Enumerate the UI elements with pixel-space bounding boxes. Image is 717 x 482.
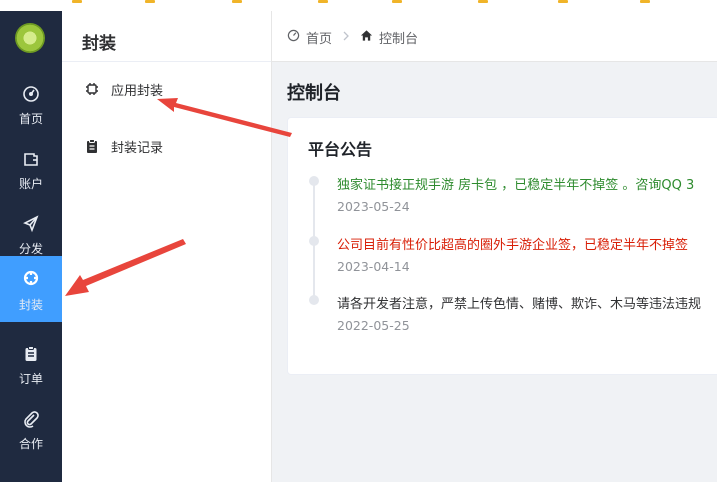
rail-item-cooperate[interactable]: 合作: [0, 397, 62, 459]
sub-item-package-records[interactable]: 封装记录: [84, 135, 254, 157]
top-header: 首页 控制台: [272, 11, 717, 62]
card-title: 平台公告: [308, 140, 373, 159]
submenu-title: 封装: [82, 34, 116, 54]
sub-sidebar: 封装 应用封装 封装记录: [62, 11, 272, 482]
breadcrumb-home-label: 首页: [306, 32, 333, 47]
timeline-dot: [309, 176, 319, 186]
announcement-text[interactable]: 公司目前有性价比超高的圈外手游企业签，已稳定半年不掉签: [337, 234, 688, 253]
clipboard-icon: [87, 139, 97, 153]
send-icon: [23, 215, 39, 233]
timeline-dot: [309, 295, 319, 305]
wallet-icon: [24, 153, 38, 166]
rail-item-label: 首页: [18, 112, 43, 126]
rail-item-home[interactable]: 首页: [0, 72, 62, 134]
page-title: 控制台: [287, 83, 341, 104]
breadcrumb-current-label: 控制台: [379, 32, 419, 47]
sub-item-label: 封装记录: [111, 141, 164, 156]
announcement-date: 2023-05-24: [337, 199, 410, 214]
divider: [62, 61, 271, 62]
package-icon: [23, 270, 39, 286]
home-icon: [360, 30, 373, 41]
announcement-date: 2022-05-25: [337, 318, 410, 333]
dashboard-icon: [287, 29, 300, 42]
announcement-date: 2023-04-14: [337, 259, 410, 274]
chip-icon: [86, 83, 98, 95]
sub-item-app-package[interactable]: 应用封装: [84, 78, 254, 100]
app-logo: [15, 23, 45, 53]
announcement-card: 平台公告 独家证书接正规手游 房卡包 ，已稳定半年不掉签 。咨询QQ 3 202…: [287, 117, 717, 375]
rail-item-label: 合作: [18, 437, 43, 451]
main-sidebar: 首页 账户 分发 封装 订单 合作: [0, 11, 62, 482]
announcement-text[interactable]: 请各开发者注意，严禁上传色情、赌博、欺诈、木马等违法违规: [337, 293, 701, 312]
dashboard-icon: [23, 86, 39, 102]
announcement-text[interactable]: 独家证书接正规手游 房卡包 ，已稳定半年不掉签 。咨询QQ 3: [337, 174, 694, 193]
rail-item-distribute[interactable]: 分发: [0, 202, 62, 264]
app-root: 首页 账户 分发 封装 订单 合作 封装 应用封装 封装记录 首页 控制台 控制…: [0, 0, 717, 482]
rail-item-label: 订单: [18, 372, 43, 386]
paperclip-icon: [24, 411, 39, 428]
rail-item-package[interactable]: 封装: [0, 256, 62, 322]
sub-item-label: 应用封装: [111, 84, 164, 99]
rail-item-account[interactable]: 账户: [0, 137, 62, 199]
browser-top-strip: [0, 0, 717, 11]
timeline-dot: [309, 236, 319, 246]
rail-item-label: 账户: [18, 177, 43, 191]
rail-item-orders[interactable]: 订单: [0, 332, 62, 394]
rail-item-label: 封装: [18, 298, 43, 312]
rail-item-label: 分发: [18, 242, 43, 256]
clipboard-icon: [25, 346, 37, 361]
chevron-right-icon: [343, 31, 349, 41]
